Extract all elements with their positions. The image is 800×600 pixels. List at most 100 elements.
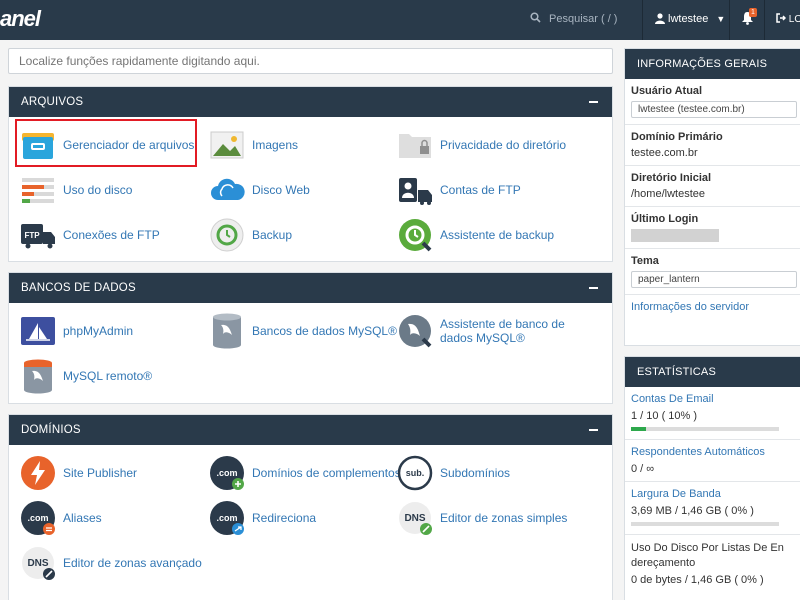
search-icon xyxy=(530,12,541,26)
primary-domain-value: testee.com.br xyxy=(631,147,698,159)
current-user-label: Usuário Atual xyxy=(631,85,703,97)
home-directory-label: Diretório Inicial xyxy=(631,172,712,184)
collapse-icon[interactable] xyxy=(589,429,598,431)
autoresponders-row: Respondentes Automáticos 0 / ∞ xyxy=(625,440,800,482)
item-label: Aliases xyxy=(63,511,102,525)
last-login-redacted xyxy=(631,229,719,242)
ftp-connections-icon: FTP xyxy=(20,217,56,253)
image-icon xyxy=(209,127,245,163)
theme-select[interactable]: paper_lantern xyxy=(631,271,797,288)
collapse-icon[interactable] xyxy=(589,101,598,103)
item-label: Editor de zonas avançado xyxy=(63,556,202,570)
addon-domain-icon: .com xyxy=(209,455,245,491)
mailing-disk-row: Uso Do Disco Por Listas De En dereçament… xyxy=(625,535,800,592)
lightning-icon xyxy=(20,455,56,491)
dns-advanced-icon: DNS xyxy=(20,545,56,581)
dns-icon-text: DNS xyxy=(27,558,48,569)
item-phpmyadmin[interactable]: phpMyAdmin xyxy=(20,311,133,351)
header-search-placeholder: Pesquisar ( / ) xyxy=(549,12,618,25)
remote-database-icon xyxy=(20,358,56,394)
cpanel-logo[interactable]: anel xyxy=(0,6,41,32)
panel-header[interactable]: DOMÍNIOS xyxy=(9,415,612,445)
item-mysql-databases[interactable]: Bancos de dados MySQL® xyxy=(209,311,397,351)
item-label: Bancos de dados MySQL® xyxy=(252,324,397,338)
collapse-icon[interactable] xyxy=(589,287,598,289)
redirect-icon: .com xyxy=(209,500,245,536)
item-file-manager[interactable]: Gerenciador de arquivos xyxy=(20,125,194,165)
backup-icon xyxy=(209,217,245,253)
general-info-title: INFORMAÇÕES GERAIS xyxy=(625,49,800,79)
item-remote-mysql[interactable]: MySQL remoto® xyxy=(20,356,152,396)
item-label: Privacidade do diretório xyxy=(440,138,567,152)
server-info-link[interactable]: Informações do servidor xyxy=(631,301,797,313)
item-label: Site Publisher xyxy=(63,466,138,480)
item-advanced-zone-editor[interactable]: DNS Editor de zonas avançado xyxy=(20,543,202,583)
notifications-button[interactable]: 1 xyxy=(741,8,757,28)
dns-icon: DNS xyxy=(397,500,433,536)
item-mysql-wizard[interactable]: Assistente de banco de dados MySQL® xyxy=(397,311,590,351)
email-progress-fill xyxy=(631,427,646,431)
item-simple-zone-editor[interactable]: DNS Editor de zonas simples xyxy=(397,498,567,538)
header-search[interactable]: Pesquisar ( / ) xyxy=(530,12,617,26)
primary-domain-row: Domínio Primário testee.com.br xyxy=(625,125,800,166)
theme-label: Tema xyxy=(631,255,659,267)
home-directory-row: Diretório Inicial /home/lwtestee xyxy=(625,166,800,207)
panel-title: DOMÍNIOS xyxy=(21,424,81,436)
item-label: Imagens xyxy=(252,138,299,152)
item-ftp-connections[interactable]: FTP Conexões de FTP xyxy=(20,215,160,255)
database-wizard-icon xyxy=(397,313,433,349)
dns-icon-text: DNS xyxy=(404,513,425,524)
bandwidth-value: 3,69 MB / 1,46 GB ( 0% ) xyxy=(631,505,754,517)
sub-icon-text: sub. xyxy=(406,468,425,478)
item-backup-wizard[interactable]: Assistente de backup xyxy=(397,215,554,255)
alias-icon: .com xyxy=(20,500,56,536)
item-site-publisher[interactable]: Site Publisher xyxy=(20,453,137,493)
user-name: lwtestee xyxy=(668,13,709,25)
item-web-disk[interactable]: Disco Web xyxy=(209,170,310,210)
item-subdomains[interactable]: sub. Subdomínios xyxy=(397,453,510,493)
subdomain-icon: sub. xyxy=(397,455,433,491)
item-label: Backup xyxy=(252,228,293,242)
divider xyxy=(642,0,643,40)
current-user-select[interactable]: lwtestee (testee.com.br) xyxy=(631,101,797,118)
logout-button[interactable]: LO xyxy=(776,13,800,25)
last-login-label: Último Login xyxy=(631,213,699,225)
com-icon-text: .com xyxy=(216,468,237,478)
autoresponders-link[interactable]: Respondentes Automáticos xyxy=(631,446,797,458)
mailing-disk-label: Uso Do Disco Por Listas De En dereçament… xyxy=(631,542,784,569)
item-aliases[interactable]: .com Aliases xyxy=(20,498,102,538)
com-icon-text: .com xyxy=(27,513,48,523)
cloud-icon xyxy=(209,172,245,208)
panel-header[interactable]: ARQUIVOS xyxy=(9,87,612,117)
email-accounts-row: Contas De Email 1 / 10 ( 10% ) xyxy=(625,387,800,440)
item-label: Gerenciador de arquivos xyxy=(63,138,195,152)
ftp-icon-text: FTP xyxy=(24,231,40,240)
logout-label: LO xyxy=(788,14,800,25)
item-redirects[interactable]: .com Redireciona xyxy=(209,498,316,538)
item-label: Domínios de complementos xyxy=(252,466,401,480)
quick-search-input[interactable] xyxy=(8,48,613,74)
email-accounts-value: 1 / 10 ( 10% ) xyxy=(631,410,698,422)
chevron-down-icon: ▼ xyxy=(716,14,726,24)
item-addon-domains[interactable]: .com Domínios de complementos xyxy=(209,453,401,493)
user-menu[interactable]: lwtestee ▼ xyxy=(655,13,725,27)
top-bar: anel Pesquisar ( / ) lwtestee ▼ 1 LO xyxy=(0,0,800,40)
email-progress-bar xyxy=(631,427,779,431)
item-label: Assistente de banco de dados MySQL® xyxy=(440,317,565,345)
bandwidth-link[interactable]: Largura De Banda xyxy=(631,488,797,500)
ftp-accounts-icon xyxy=(397,172,433,208)
notification-badge: 1 xyxy=(749,8,757,17)
item-directory-privacy[interactable]: Privacidade do diretório xyxy=(397,125,566,165)
item-images[interactable]: Imagens xyxy=(209,125,298,165)
com-icon-text: .com xyxy=(216,513,237,523)
home-directory-value: /home/lwtestee xyxy=(631,188,705,200)
email-accounts-link[interactable]: Contas De Email xyxy=(631,393,797,405)
backup-wizard-icon xyxy=(397,217,433,253)
statistics-panel: ESTATÍSTICAS Contas De Email 1 / 10 ( 10… xyxy=(624,356,800,600)
item-label: Disco Web xyxy=(252,183,310,197)
bandwidth-progress-bar xyxy=(631,522,779,526)
item-disk-usage[interactable]: Uso do disco xyxy=(20,170,132,210)
item-ftp-accounts[interactable]: Contas de FTP xyxy=(397,170,521,210)
panel-header[interactable]: BANCOS DE DADOS xyxy=(9,273,612,303)
item-backup[interactable]: Backup xyxy=(209,215,292,255)
